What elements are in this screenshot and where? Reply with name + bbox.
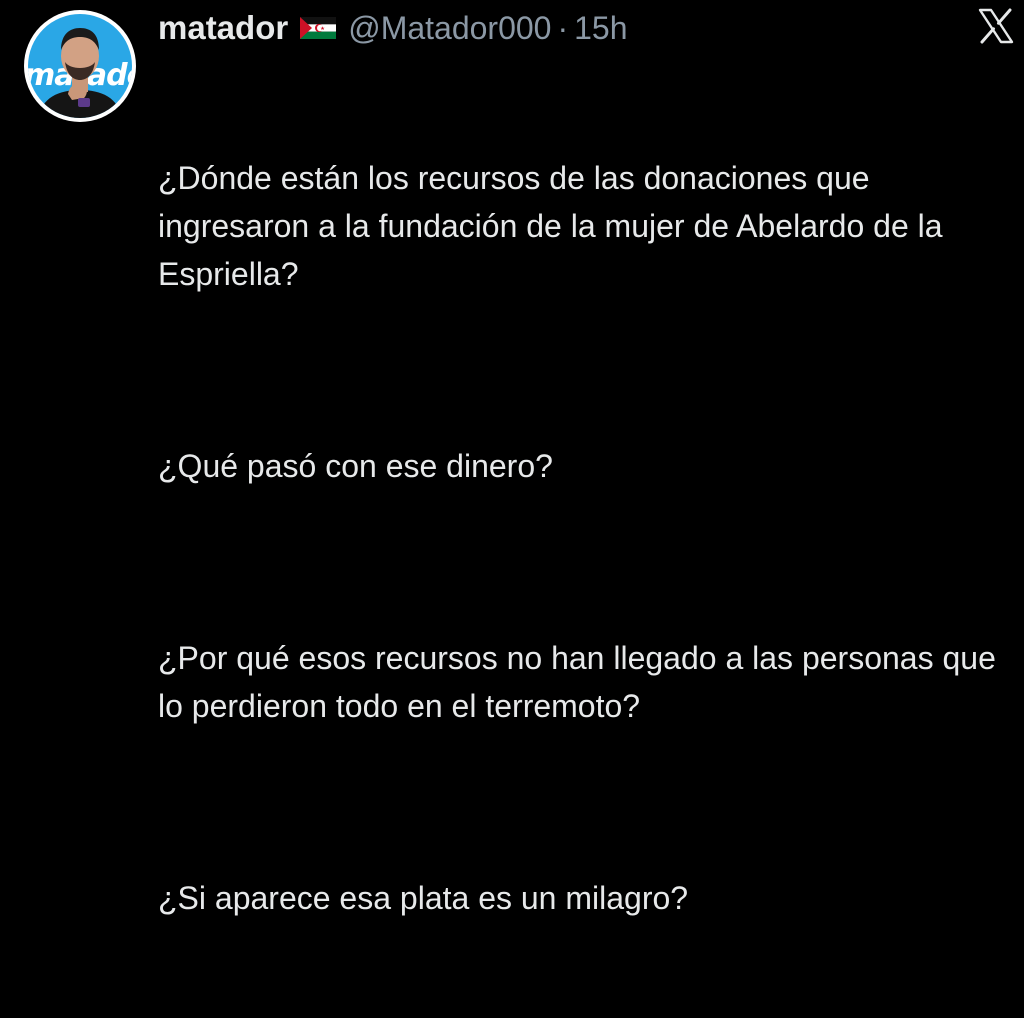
user-handle[interactable]: @Matador000 xyxy=(348,10,551,47)
tweet-timestamp[interactable]: 15h xyxy=(574,10,627,47)
tweet-paragraph: ¿Por qué esos recursos no han llegado a … xyxy=(158,640,1005,724)
tweet-paragraph: ¿Dónde están los recursos de las donacio… xyxy=(158,160,952,292)
avatar-person-icon xyxy=(38,28,122,118)
avatar-photo: matador xyxy=(28,14,132,118)
avatar[interactable]: matador xyxy=(24,10,136,122)
tweet-body: ¿Dónde están los recursos de las donacio… xyxy=(158,58,1018,1018)
display-name[interactable]: matador xyxy=(158,9,288,47)
tweet-paragraph: ¿Qué pasó con ese dinero? xyxy=(158,448,553,484)
sahrawi-flag-icon xyxy=(300,17,337,39)
x-logo-icon[interactable] xyxy=(976,6,1016,46)
tweet-card: matador matador xyxy=(0,0,1024,916)
tweet-header: matador @Matador000 · 15h xyxy=(158,6,628,50)
separator-dot: · xyxy=(557,9,569,46)
tweet-paragraph: ¿Si aparece esa plata es un milagro? xyxy=(158,880,689,916)
